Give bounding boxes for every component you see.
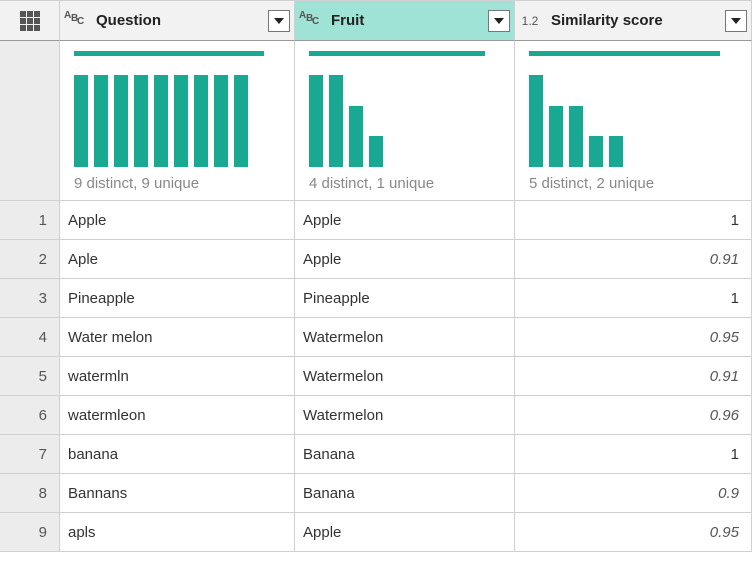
table-icon [20, 11, 40, 31]
column-header-similarity-score[interactable]: 1.2 Similarity score [515, 1, 752, 41]
cell-similarity-score[interactable]: 0.9 [515, 474, 752, 513]
quality-bar [529, 51, 720, 56]
column-header-question[interactable]: A B C Question [60, 1, 295, 41]
filter-button-fruit[interactable] [488, 10, 510, 32]
profile-corner [0, 41, 60, 201]
cell-fruit[interactable]: Apple [295, 240, 515, 279]
histogram [309, 66, 500, 167]
row-number[interactable]: 4 [0, 318, 60, 357]
row-number[interactable]: 8 [0, 474, 60, 513]
histogram-bar [234, 75, 248, 167]
cell-question[interactable]: Water melon [60, 318, 295, 357]
cell-question[interactable]: watermln [60, 357, 295, 396]
row-number[interactable]: 3 [0, 279, 60, 318]
histogram-bar [349, 106, 363, 167]
cell-question[interactable]: apls [60, 513, 295, 552]
type-icon-text: A B C [62, 13, 88, 29]
histogram-bar [154, 75, 168, 167]
row-number[interactable]: 5 [0, 357, 60, 396]
histogram-bar [609, 136, 623, 167]
cell-question[interactable]: Pineapple [60, 279, 295, 318]
cell-similarity-score[interactable]: 0.91 [515, 357, 752, 396]
row-number[interactable]: 9 [0, 513, 60, 552]
row-number[interactable]: 2 [0, 240, 60, 279]
column-name: Similarity score [547, 12, 725, 29]
chevron-down-icon [494, 18, 504, 24]
type-icon-text: A B C [297, 13, 323, 29]
column-header-fruit[interactable]: A B C Fruit [295, 1, 515, 41]
histogram-bar [94, 75, 108, 167]
column-name: Question [92, 12, 268, 29]
cell-similarity-score[interactable]: 0.95 [515, 513, 752, 552]
select-all-corner[interactable] [0, 1, 60, 41]
histogram-bar [549, 106, 563, 167]
row-number[interactable]: 1 [0, 201, 60, 240]
cell-fruit[interactable]: Banana [295, 474, 515, 513]
cell-fruit[interactable]: Pineapple [295, 279, 515, 318]
cell-question[interactable]: Bannans [60, 474, 295, 513]
histogram-bar [369, 136, 383, 167]
profile-caption: 4 distinct, 1 unique [309, 175, 500, 192]
column-name: Fruit [327, 12, 488, 29]
cell-fruit[interactable]: Apple [295, 201, 515, 240]
histogram [74, 66, 280, 167]
cell-question[interactable]: Apple [60, 201, 295, 240]
cell-similarity-score[interactable]: 1 [515, 279, 752, 318]
cell-question[interactable]: banana [60, 435, 295, 474]
cell-question[interactable]: Aple [60, 240, 295, 279]
histogram-bar [329, 75, 343, 167]
cell-similarity-score[interactable]: 0.95 [515, 318, 752, 357]
histogram-bar [194, 75, 208, 167]
cell-similarity-score[interactable]: 1 [515, 201, 752, 240]
cell-similarity-score[interactable]: 1 [515, 435, 752, 474]
histogram-bar [569, 106, 583, 167]
cell-similarity-score[interactable]: 0.91 [515, 240, 752, 279]
profile-caption: 5 distinct, 2 unique [529, 175, 737, 192]
cell-question[interactable]: watermleon [60, 396, 295, 435]
histogram-bar [214, 75, 228, 167]
quality-bar [74, 51, 264, 56]
chevron-down-icon [274, 18, 284, 24]
column-profile-question[interactable]: 9 distinct, 9 unique [60, 41, 295, 201]
histogram-bar [589, 136, 603, 167]
histogram-bar [529, 75, 543, 167]
quality-bar [309, 51, 485, 56]
filter-button-question[interactable] [268, 10, 290, 32]
chevron-down-icon [731, 18, 741, 24]
histogram-bar [134, 75, 148, 167]
histogram-bar [309, 75, 323, 167]
histogram-bar [174, 75, 188, 167]
cell-fruit[interactable]: Apple [295, 513, 515, 552]
profile-caption: 9 distinct, 9 unique [74, 175, 280, 192]
cell-fruit[interactable]: Banana [295, 435, 515, 474]
type-icon-decimal: 1.2 [517, 14, 543, 28]
histogram [529, 66, 737, 167]
column-profile-similarity-score[interactable]: 5 distinct, 2 unique [515, 41, 752, 201]
column-profile-fruit[interactable]: 4 distinct, 1 unique [295, 41, 515, 201]
cell-fruit[interactable]: Watermelon [295, 357, 515, 396]
data-grid: A B C Question A B C Fruit 1.2 Similarit… [0, 0, 752, 552]
cell-fruit[interactable]: Watermelon [295, 318, 515, 357]
filter-button-similarity-score[interactable] [725, 10, 747, 32]
histogram-bar [74, 75, 88, 167]
row-number[interactable]: 6 [0, 396, 60, 435]
cell-fruit[interactable]: Watermelon [295, 396, 515, 435]
cell-similarity-score[interactable]: 0.96 [515, 396, 752, 435]
histogram-bar [114, 75, 128, 167]
row-number[interactable]: 7 [0, 435, 60, 474]
